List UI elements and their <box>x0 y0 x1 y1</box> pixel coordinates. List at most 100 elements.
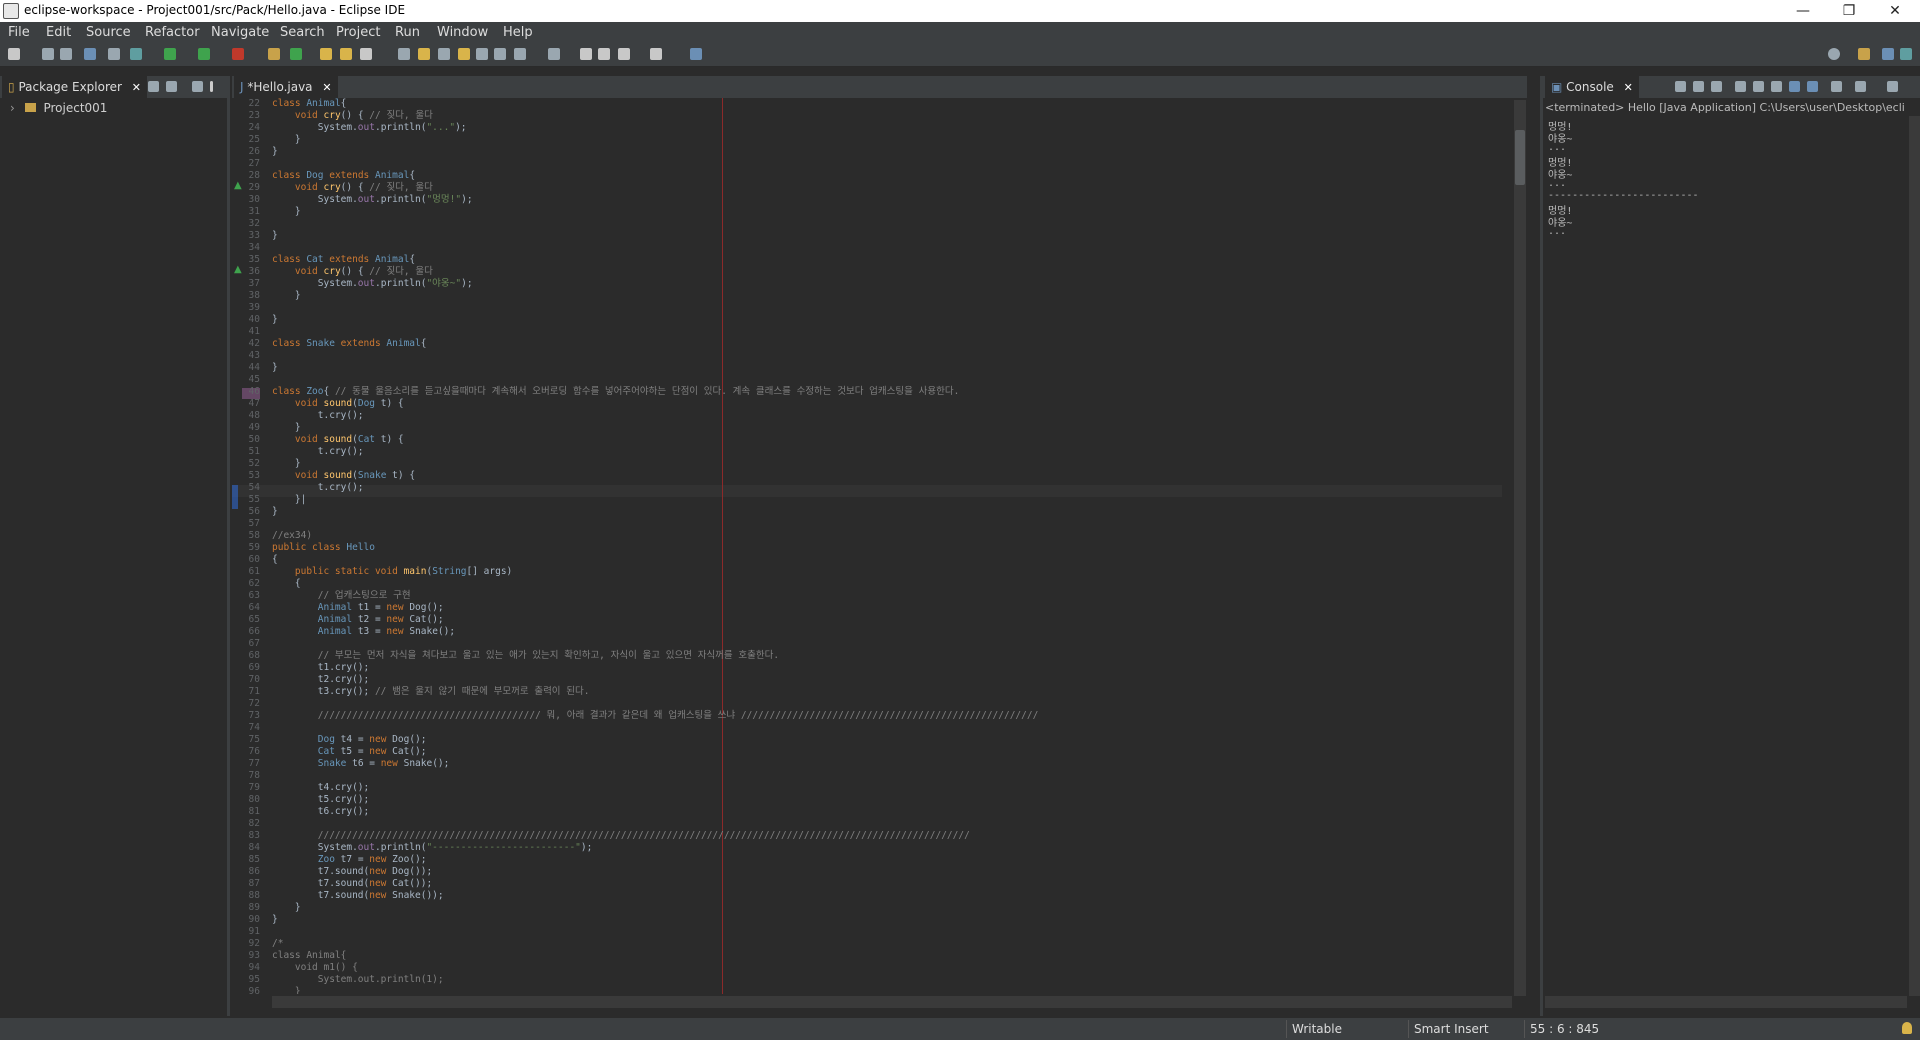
code-line: 78 <box>232 770 272 782</box>
show-whitespace-icon[interactable] <box>458 48 470 60</box>
menu-navigate[interactable]: Navigate <box>211 25 269 40</box>
next-annotation-icon[interactable] <box>514 48 526 60</box>
code-token: Snake <box>317 758 353 769</box>
code-token: t7.sound( <box>272 878 370 889</box>
pin-console-icon[interactable] <box>1831 81 1842 92</box>
view-menu-icon[interactable] <box>210 81 213 92</box>
code-line: 32 <box>232 218 272 230</box>
minimize-button[interactable]: — <box>1780 0 1826 22</box>
save-icon[interactable] <box>42 48 54 60</box>
close-window-button[interactable]: ✕ <box>1872 0 1918 22</box>
console-tab[interactable]: ▣ Console ✕ <box>1545 76 1639 98</box>
debug-icon[interactable] <box>130 48 142 60</box>
close-icon[interactable]: ✕ <box>132 81 141 94</box>
line-number: 43 <box>248 350 260 361</box>
show-on-error-icon[interactable] <box>1807 81 1818 92</box>
code-line: 85 Zoo t7 = new Zoo(); <box>232 854 427 866</box>
menu-source[interactable]: Source <box>86 25 131 40</box>
code-line: 74 <box>232 722 272 734</box>
expand-arrow-icon[interactable]: › <box>10 101 15 115</box>
hello-java-tab[interactable]: J *Hello.java ✕ <box>234 76 338 98</box>
java-file-icon: J <box>240 80 244 94</box>
code-token: Animal <box>317 602 358 613</box>
terminal-icon[interactable] <box>84 48 96 60</box>
menu-project[interactable]: Project <box>336 25 380 40</box>
code-line: 93 class Animal{ <box>232 950 347 962</box>
tip-lightbulb-icon[interactable] <box>1902 1022 1912 1034</box>
terminate-icon[interactable] <box>1675 81 1686 92</box>
coverage-icon[interactable] <box>198 48 210 60</box>
toggle-mark-occurrences-icon[interactable] <box>398 48 410 60</box>
toggle-block-selection-icon[interactable] <box>438 48 450 60</box>
toggle-highlight-icon[interactable] <box>418 48 430 60</box>
pin-editor-icon[interactable] <box>690 48 702 60</box>
link-with-editor-icon[interactable] <box>166 81 177 92</box>
menu-run[interactable]: Run <box>395 25 420 40</box>
line-number: 37 <box>248 278 260 289</box>
line-number: 30 <box>248 194 260 205</box>
line-number: 24 <box>248 122 260 133</box>
editor-scroll-thumb[interactable] <box>1515 130 1525 185</box>
code-area[interactable]: ▲ ▲ 22 class Animal{23 void cry() { // 짖다… <box>232 98 1502 994</box>
show-on-output-icon[interactable] <box>1789 81 1800 92</box>
search-icon[interactable] <box>1828 48 1840 60</box>
pilcrow-icon[interactable] <box>494 48 506 60</box>
open-type-icon[interactable] <box>320 48 332 60</box>
open-console-icon[interactable] <box>1887 81 1898 92</box>
code-line: 36 void cry() { // 짖다, 울다 <box>232 266 433 278</box>
menu-search[interactable]: Search <box>280 25 325 40</box>
code-line: 72 <box>232 698 272 710</box>
clear-console-icon[interactable] <box>1735 81 1746 92</box>
display-selected-console-icon[interactable] <box>1855 81 1866 92</box>
collapse-all-icon[interactable] <box>148 81 159 92</box>
restore-button[interactable]: ❐ <box>1826 0 1872 22</box>
forward-history-icon[interactable] <box>598 48 610 60</box>
new-class-icon[interactable] <box>290 48 302 60</box>
word-wrap-icon[interactable] <box>1771 81 1782 92</box>
editor-vertical-scrollbar[interactable] <box>1514 100 1526 996</box>
editor-horizontal-scrollbar[interactable] <box>272 996 1512 1008</box>
console-horizontal-scrollbar[interactable] <box>1545 996 1907 1008</box>
save-all-icon[interactable] <box>60 48 72 60</box>
menu-help[interactable]: Help <box>503 25 533 40</box>
forward-icon[interactable] <box>650 48 662 60</box>
close-icon[interactable]: ✕ <box>322 81 331 94</box>
open-task-icon[interactable] <box>340 48 352 60</box>
menu-window[interactable]: Window <box>437 25 488 40</box>
console-vertical-scrollbar[interactable] <box>1909 116 1920 996</box>
previous-annotation-icon[interactable] <box>548 48 560 60</box>
minimize-view-icon[interactable] <box>192 81 203 92</box>
eclipse-app-icon <box>3 3 19 19</box>
code-token: Dog(); <box>409 602 444 613</box>
external-tools-icon[interactable] <box>232 48 244 60</box>
menu-file[interactable]: File <box>8 25 30 40</box>
show-paragraph-icon[interactable] <box>476 48 488 60</box>
run-icon[interactable] <box>164 48 176 60</box>
new-icon[interactable] <box>8 48 20 60</box>
line-number: 58 <box>248 530 260 541</box>
package-explorer-tab[interactable]: ▯ Package Explorer ✕ <box>2 76 148 98</box>
code-line: 90} <box>232 914 278 926</box>
java-perspective-icon[interactable] <box>1882 48 1894 60</box>
remove-all-icon[interactable] <box>1711 81 1722 92</box>
code-token: { <box>409 170 416 181</box>
search-tool-icon[interactable] <box>360 48 372 60</box>
menu-refactor[interactable]: Refactor <box>145 25 200 40</box>
debug-perspective-icon[interactable] <box>1900 48 1912 60</box>
new-java-project-icon[interactable] <box>268 48 280 60</box>
open-perspective-icon[interactable] <box>1858 48 1870 60</box>
console-output[interactable]: 멍멍! 야옹~... 멍멍! 야옹~... ----------------------… <box>1543 118 1913 968</box>
menu-edit[interactable]: Edit <box>46 25 71 40</box>
line-number: 83 <box>248 830 260 841</box>
last-edit-location-icon[interactable] <box>580 48 592 60</box>
scroll-lock-icon[interactable] <box>1753 81 1764 92</box>
close-icon[interactable]: ✕ <box>1624 81 1633 94</box>
back-icon[interactable] <box>618 48 630 60</box>
line-number: 27 <box>248 158 260 169</box>
code-token: t.cry(); <box>272 482 364 493</box>
skip-breakpoints-icon[interactable] <box>108 48 120 60</box>
line-number: 61 <box>248 566 260 577</box>
tree-item-project[interactable]: › Project001 <box>10 101 107 115</box>
remove-launch-icon[interactable] <box>1693 81 1704 92</box>
